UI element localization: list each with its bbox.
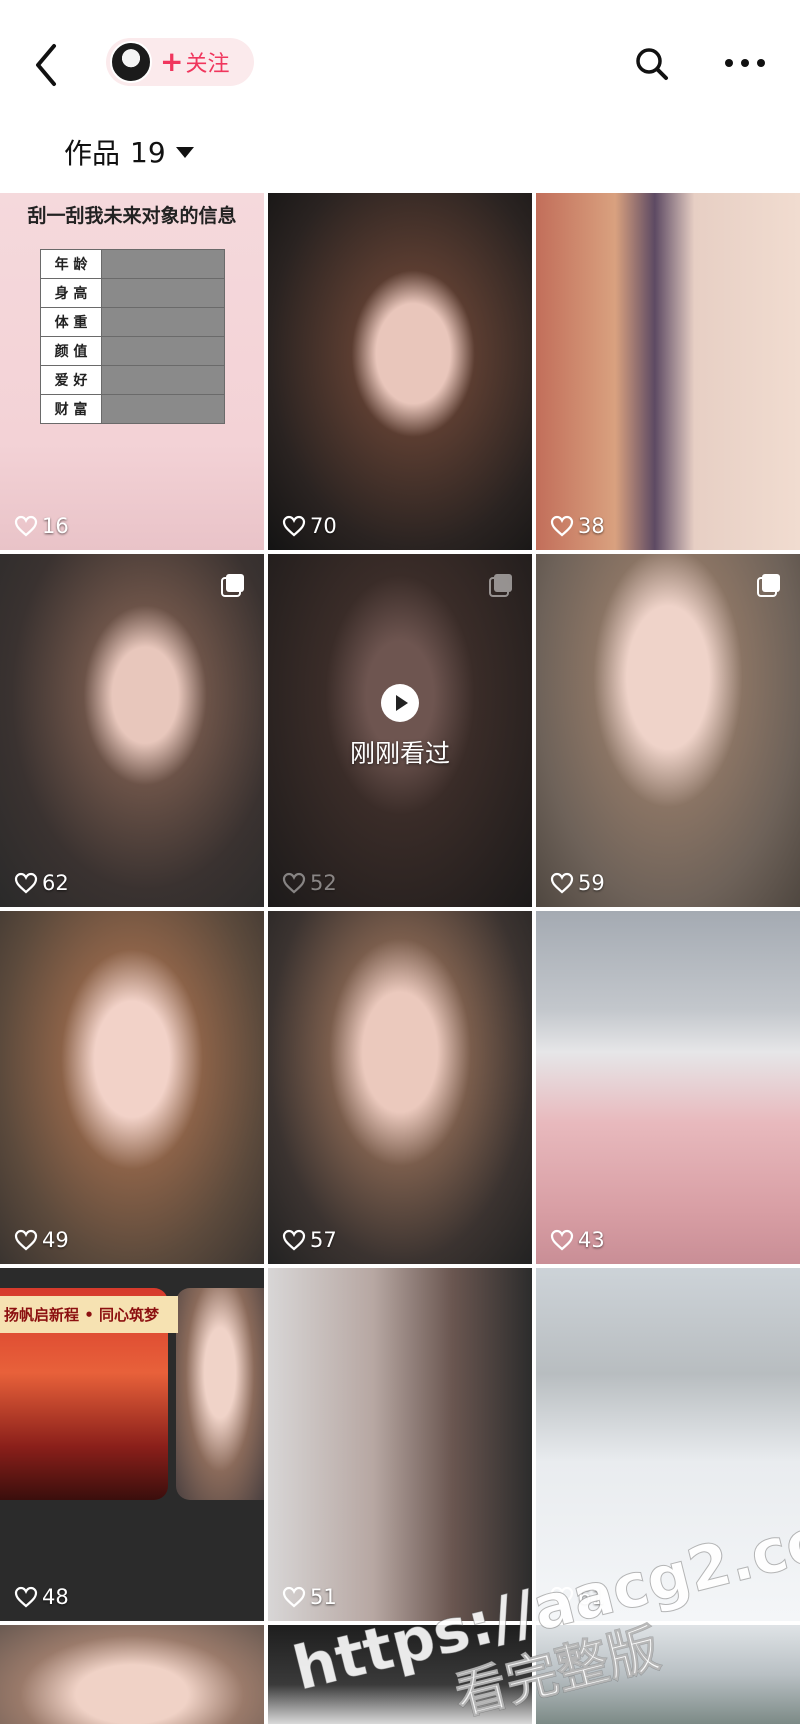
heart-icon (550, 1229, 574, 1251)
heart-icon (14, 1586, 38, 1608)
heart-icon (14, 1229, 38, 1251)
heart-icon (282, 872, 306, 894)
play-icon (381, 684, 419, 722)
video-tile-13[interactable] (0, 1625, 264, 1724)
like-number: 70 (310, 514, 337, 538)
like-count: 70 (282, 514, 337, 538)
top-bar: + 关注 (0, 0, 800, 110)
heart-icon (282, 1586, 306, 1608)
works-count: 19 (130, 135, 166, 169)
video-tile-3[interactable]: 38 (536, 193, 800, 550)
video-tile-11[interactable]: 51 (268, 1268, 532, 1621)
heart-icon (550, 515, 574, 537)
row-label: 年 龄 (40, 249, 102, 279)
like-count: 49 (14, 1228, 69, 1252)
dropdown-caret-icon (175, 146, 194, 158)
scratch-area (101, 336, 225, 366)
like-count: 57 (282, 1228, 337, 1252)
like-number: 16 (42, 514, 69, 538)
like-count: 59 (550, 871, 605, 895)
card-title: 刮一刮我未来对象的信息 (27, 205, 237, 227)
like-count: 48 (14, 1585, 69, 1609)
heart-icon (550, 872, 574, 894)
like-count: 43 (550, 1228, 605, 1252)
like-count: 52 (282, 871, 337, 895)
selfie-photo (176, 1288, 264, 1500)
like-number: 51 (310, 1585, 337, 1609)
recently-viewed-overlay: 刚刚看过 (268, 684, 532, 770)
works-label: 作品 (64, 137, 121, 170)
like-count: 51 (282, 1585, 337, 1609)
info-table: 年 龄 身 高 体 重 颜 值 爱 好 财 富 (40, 249, 225, 424)
row-label: 体 重 (40, 307, 102, 337)
banner-text: 扬帆启新程 • 同心筑梦 (0, 1296, 178, 1333)
row-label: 身 高 (40, 278, 102, 308)
scratch-area (101, 394, 225, 424)
video-tile-10[interactable]: 扬帆启新程 • 同心筑梦 48 (0, 1268, 264, 1621)
heart-icon (14, 515, 38, 537)
like-number: 38 (578, 514, 605, 538)
search-icon[interactable] (632, 44, 672, 84)
scratch-area (101, 307, 225, 337)
profile-pill[interactable]: + 关注 (106, 38, 254, 86)
back-icon[interactable] (28, 40, 68, 90)
multi-image-icon (489, 574, 512, 597)
multi-image-icon (757, 574, 780, 597)
like-number: 43 (578, 1228, 605, 1252)
video-tile-6[interactable]: 59 (536, 554, 800, 907)
plus-icon: + (160, 45, 184, 78)
row-label: 颜 值 (40, 336, 102, 366)
like-number: 48 (42, 1585, 69, 1609)
like-number: 59 (578, 871, 605, 895)
like-number: 49 (42, 1228, 69, 1252)
follow-label: 关注 (185, 52, 230, 77)
scratch-area (101, 249, 225, 279)
follow-button[interactable]: + 关注 (160, 46, 229, 78)
like-count: 16 (14, 514, 69, 538)
video-tile-1[interactable]: 刮一刮我未来对象的信息 年 龄 身 高 体 重 颜 值 爱 好 财 富 16 (0, 193, 264, 550)
row-label: 爱 好 (40, 365, 102, 395)
like-number: 57 (310, 1228, 337, 1252)
like-count: 38 (550, 514, 605, 538)
row-label: 财 富 (40, 394, 102, 424)
video-tile-5[interactable]: 刚刚看过 52 (268, 554, 532, 907)
like-number: 52 (310, 871, 337, 895)
more-icon[interactable] (722, 48, 768, 78)
multi-image-icon (221, 574, 244, 597)
scratch-area (101, 278, 225, 308)
scratch-area (101, 365, 225, 395)
heart-icon (14, 872, 38, 894)
video-tile-9[interactable]: 43 (536, 911, 800, 1264)
heart-icon (282, 515, 306, 537)
video-tile-7[interactable]: 49 (0, 911, 264, 1264)
like-number: 62 (42, 871, 69, 895)
recently-viewed-label: 刚刚看过 (349, 739, 450, 768)
heart-icon (282, 1229, 306, 1251)
avatar[interactable] (110, 41, 152, 83)
video-tile-4[interactable]: 62 (0, 554, 264, 907)
video-tile-2[interactable]: 70 (268, 193, 532, 550)
video-tile-8[interactable]: 57 (268, 911, 532, 1264)
like-count: 62 (14, 871, 69, 895)
works-tab[interactable]: 作品 19 (64, 132, 194, 172)
